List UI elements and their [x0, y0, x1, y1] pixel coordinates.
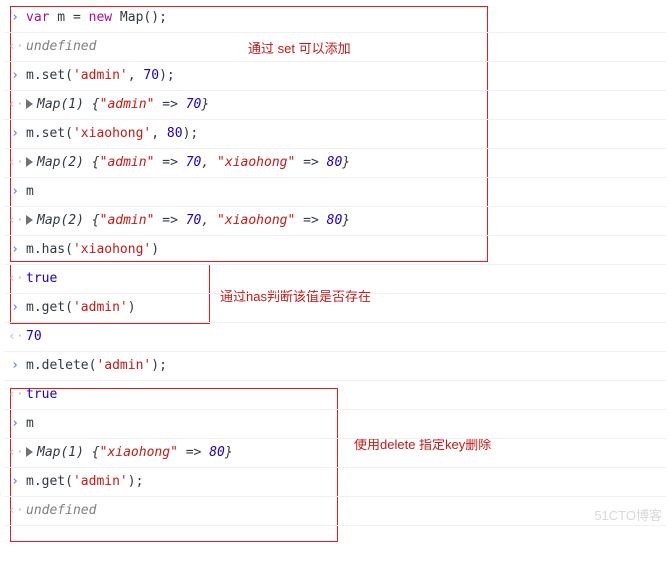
console-output-row[interactable]: ‹·Map(2) {"admin" => 70, "xiaohong" => 8…	[4, 149, 666, 178]
console-input-row[interactable]: ›m	[4, 178, 666, 207]
chevron-left-icon: ‹·	[8, 270, 22, 288]
chevron-left-icon: ‹·	[8, 502, 22, 520]
console-output-row[interactable]: ‹·true	[4, 265, 666, 294]
chevron-left-icon: ‹·	[8, 212, 22, 230]
console-output-row[interactable]: ‹·undefined	[4, 497, 666, 526]
console-input-row[interactable]: ›m.delete('admin');	[4, 352, 666, 381]
console-input-row[interactable]: ›m	[4, 410, 666, 439]
console-output-row[interactable]: ‹·Map(1) {"xiaohong" => 80}	[4, 439, 666, 468]
console-input-row[interactable]: ›m.set('admin', 70);	[4, 62, 666, 91]
chevron-right-icon: ›	[8, 241, 22, 259]
console-output-row[interactable]: ‹·undefined	[4, 33, 666, 62]
code-line: m	[26, 183, 34, 201]
chevron-right-icon: ›	[8, 299, 22, 317]
chevron-left-icon: ‹·	[8, 444, 22, 462]
console-panel: 通过 set 可以添加 通过has判断该值是否存在 使用delete 指定key…	[4, 4, 666, 526]
chevron-right-icon: ›	[8, 9, 22, 27]
code-line: true	[26, 386, 57, 404]
console-output-row[interactable]: ‹·70	[4, 323, 666, 352]
console-input-row[interactable]: ›m.has('xiaohong')	[4, 236, 666, 265]
code-line: Map(2) {"admin" => 70, "xiaohong" => 80}	[26, 212, 350, 230]
console-input-row[interactable]: ›m.set('xiaohong', 80);	[4, 120, 666, 149]
code-line: m.set('xiaohong', 80);	[26, 125, 198, 143]
console-output-row[interactable]: ‹·Map(1) {"admin" => 70}	[4, 91, 666, 120]
code-line: var m = new Map();	[26, 9, 167, 27]
chevron-right-icon: ›	[8, 415, 22, 433]
chevron-left-icon: ‹·	[8, 38, 22, 56]
code-line: m.delete('admin');	[26, 357, 167, 375]
chevron-left-icon: ‹·	[8, 328, 22, 346]
code-line: undefined	[26, 502, 96, 520]
chevron-right-icon: ›	[8, 125, 22, 143]
chevron-left-icon: ‹·	[8, 96, 22, 114]
console-input-row[interactable]: ›m.get('admin');	[4, 468, 666, 497]
chevron-left-icon: ‹·	[8, 386, 22, 404]
chevron-right-icon: ›	[8, 67, 22, 85]
code-line: m.set('admin', 70);	[26, 67, 175, 85]
code-line: 70	[26, 328, 42, 346]
chevron-left-icon: ‹·	[8, 154, 22, 172]
console-input-row[interactable]: ›m.get('admin')	[4, 294, 666, 323]
code-line: Map(2) {"admin" => 70, "xiaohong" => 80}	[26, 154, 350, 172]
code-line: m.get('admin')	[26, 299, 136, 317]
console-input-row[interactable]: ›var m = new Map();	[4, 4, 666, 33]
chevron-right-icon: ›	[8, 183, 22, 201]
chevron-right-icon: ›	[8, 473, 22, 491]
code-line: m.get('admin');	[26, 473, 143, 491]
code-line: m.has('xiaohong')	[26, 241, 159, 259]
code-line: undefined	[26, 38, 96, 56]
console-output-row[interactable]: ‹·Map(2) {"admin" => 70, "xiaohong" => 8…	[4, 207, 666, 236]
chevron-right-icon: ›	[8, 357, 22, 375]
console-output-row[interactable]: ‹·true	[4, 381, 666, 410]
code-line: true	[26, 270, 57, 288]
code-line: Map(1) {"admin" => 70}	[26, 96, 209, 114]
code-line: Map(1) {"xiaohong" => 80}	[26, 444, 233, 462]
code-line: m	[26, 415, 34, 433]
